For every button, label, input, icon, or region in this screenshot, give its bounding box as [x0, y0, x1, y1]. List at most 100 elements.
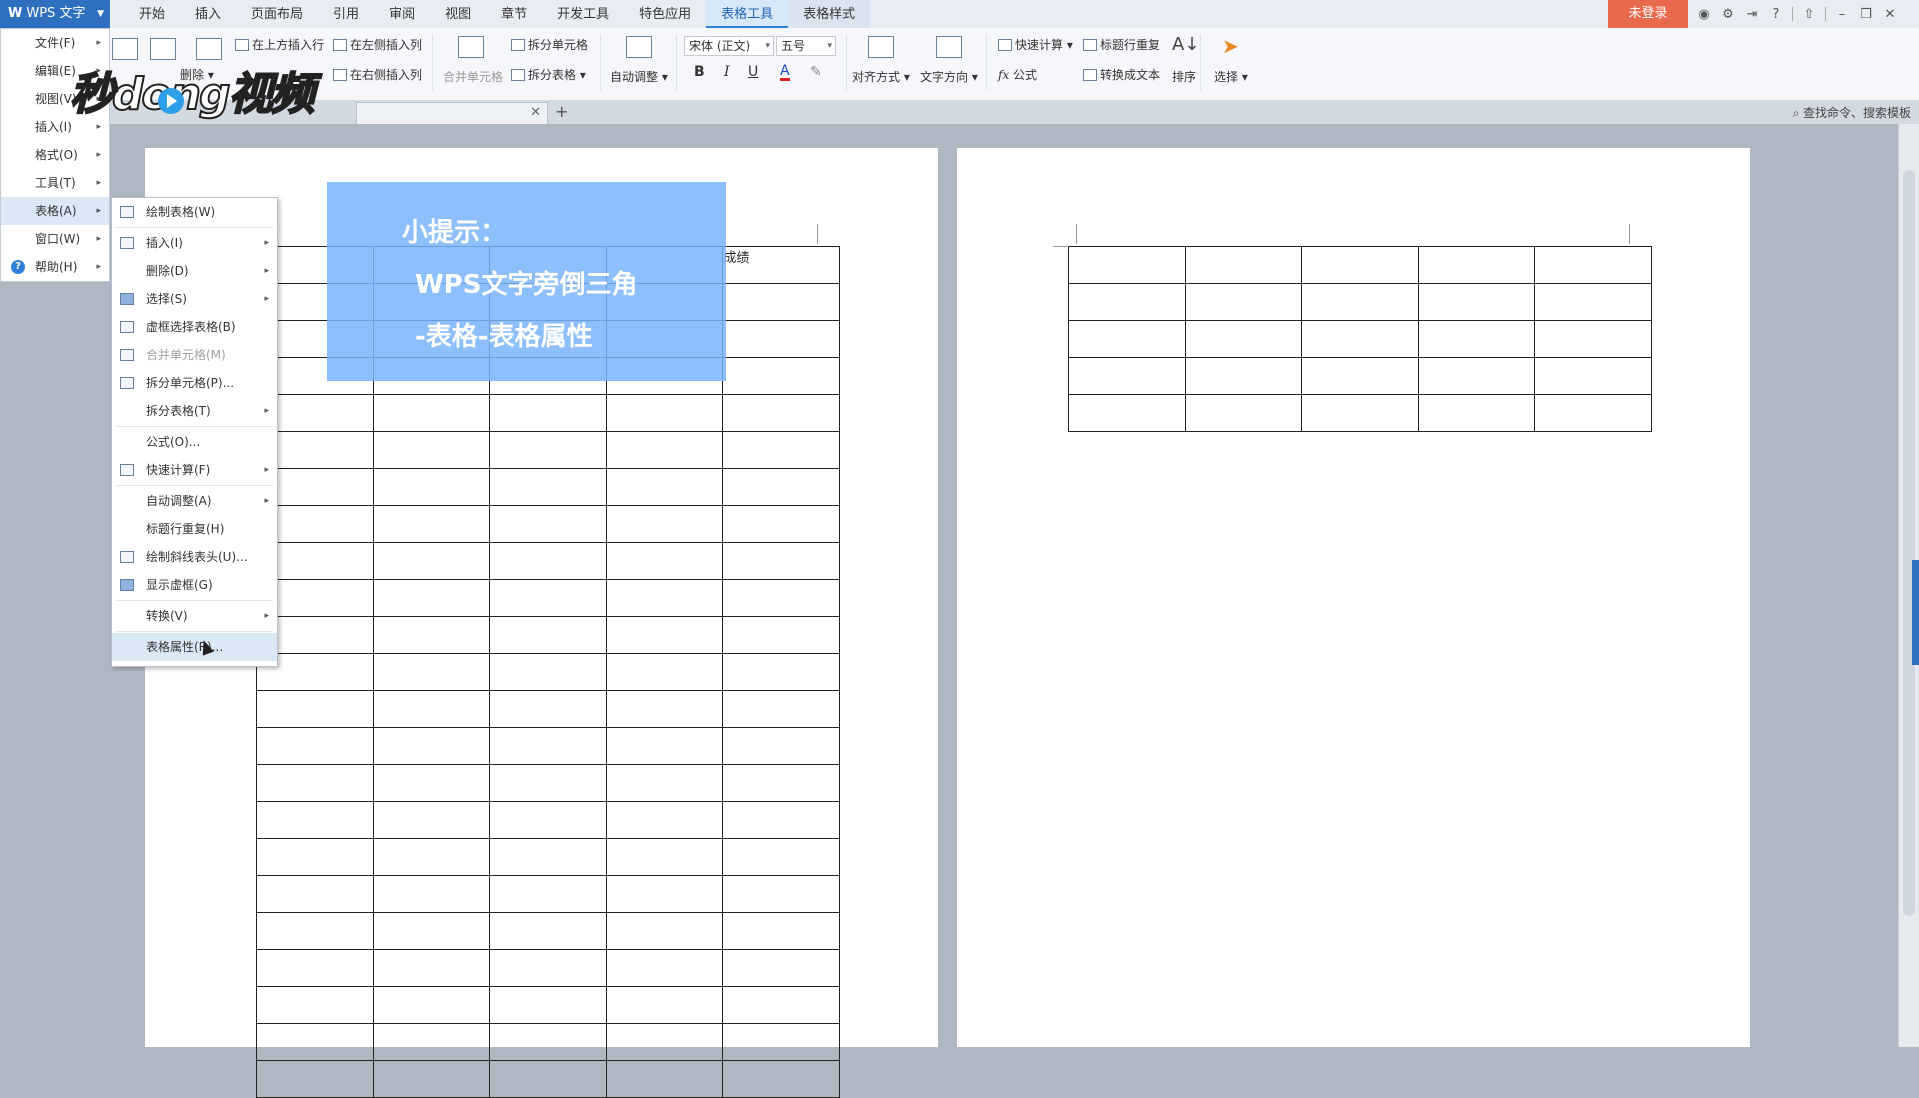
table-cell[interactable] — [722, 801, 840, 839]
table-cell[interactable] — [722, 949, 840, 987]
table-cell[interactable] — [605, 875, 724, 913]
table-cell[interactable] — [722, 690, 840, 728]
table-cell[interactable] — [1301, 320, 1419, 358]
align-button[interactable]: 对齐方式 ▾ — [852, 68, 910, 85]
auto-fit-button[interactable]: 自动调整 ▾ — [610, 68, 668, 85]
sort-button[interactable]: 排序 — [1172, 68, 1196, 85]
table-cell[interactable] — [372, 949, 491, 987]
submenu-diagonal-header[interactable]: 绘制斜线表头(U)... — [112, 543, 277, 571]
minimize-icon[interactable]: – — [1830, 7, 1854, 22]
table-cell[interactable] — [1534, 394, 1652, 432]
insert-row-above-button[interactable]: 在上方插入行 — [235, 36, 324, 53]
table-cell[interactable] — [605, 653, 724, 691]
table-cell[interactable] — [372, 727, 491, 765]
table-cell[interactable] — [605, 801, 724, 839]
table-cell[interactable] — [605, 690, 724, 728]
submenu-convert[interactable]: 转换(V) ▸ — [112, 602, 277, 630]
table-cell[interactable] — [722, 1060, 840, 1098]
table-cell[interactable] — [489, 838, 607, 876]
tab-page-layout[interactable]: 页面布局 — [236, 0, 318, 28]
table-cell[interactable] — [372, 1023, 491, 1061]
menu-item-window[interactable]: 窗口(W) ▸ — [1, 225, 109, 253]
table-cell[interactable] — [1184, 357, 1303, 395]
split-table-button[interactable]: 拆分表格 ▾ — [511, 66, 586, 83]
table-cell[interactable] — [372, 912, 491, 950]
table-cell[interactable] — [489, 468, 607, 506]
table-cell[interactable] — [1417, 394, 1536, 432]
table-cell[interactable] — [256, 875, 374, 913]
table-cell[interactable] — [605, 468, 724, 506]
table-cell[interactable] — [1184, 283, 1303, 321]
table-cell[interactable] — [256, 949, 374, 987]
scrollbar-thumb[interactable] — [1903, 170, 1915, 916]
table-cell[interactable] — [1301, 394, 1419, 432]
table-cell[interactable] — [722, 1023, 840, 1061]
close-tab-icon[interactable]: ✕ — [530, 105, 541, 120]
login-button[interactable]: 未登录 — [1608, 0, 1688, 28]
table-cell[interactable] — [489, 764, 607, 802]
table-cell[interactable] — [372, 690, 491, 728]
table-cell[interactable]: 成绩 — [722, 246, 840, 284]
table-cell[interactable] — [1301, 246, 1419, 284]
submenu-show-gridlines[interactable]: 显示虚框(G) — [112, 571, 277, 599]
table-cell[interactable] — [1534, 357, 1652, 395]
table-cell[interactable] — [372, 1060, 491, 1098]
select-button[interactable]: 选择 ▾ — [1214, 68, 1248, 85]
table-cell[interactable] — [722, 431, 840, 469]
table-cell[interactable] — [605, 912, 724, 950]
table-cell[interactable] — [722, 838, 840, 876]
table-cell[interactable] — [256, 727, 374, 765]
table-cell[interactable] — [256, 838, 374, 876]
quick-calc-button[interactable]: 快速计算 ▾ — [998, 36, 1073, 53]
table-cell[interactable] — [372, 986, 491, 1024]
table-cell[interactable] — [605, 616, 724, 654]
tab-chapter[interactable]: 章节 — [486, 0, 542, 28]
table-cell[interactable] — [372, 801, 491, 839]
table-cell[interactable] — [722, 986, 840, 1024]
table-cell[interactable] — [256, 912, 374, 950]
table-cell[interactable] — [372, 616, 491, 654]
side-panel-handle[interactable] — [1912, 560, 1919, 665]
skin-icon[interactable]: ◉ — [1692, 7, 1716, 22]
table-cell[interactable] — [1301, 283, 1419, 321]
submenu-select[interactable]: 选择(S) ▸ — [112, 285, 277, 313]
table-cell[interactable] — [372, 764, 491, 802]
tab-table-tools[interactable]: 表格工具 — [706, 0, 789, 28]
table-cell[interactable] — [1417, 357, 1536, 395]
submenu-box-select[interactable]: 虚框选择表格(B) — [112, 313, 277, 341]
tab-features[interactable]: 特色应用 — [624, 0, 706, 28]
upload-icon[interactable]: ⇧ — [1797, 7, 1821, 22]
command-search[interactable]: ⌕ 查找命令、搜索模板 — [1792, 104, 1911, 121]
table-cell[interactable] — [372, 505, 491, 543]
table-cell[interactable] — [372, 468, 491, 506]
table-cell[interactable] — [1417, 320, 1536, 358]
table-cell[interactable] — [605, 431, 724, 469]
table-cell[interactable] — [605, 579, 724, 617]
table-cell[interactable] — [722, 875, 840, 913]
table-cell[interactable] — [722, 283, 840, 321]
tab-insert[interactable]: 插入 — [180, 0, 236, 28]
header-repeat-button[interactable]: 标题行重复 — [1083, 36, 1160, 53]
table-cell[interactable] — [1068, 320, 1186, 358]
table-cell[interactable] — [605, 764, 724, 802]
table-cell[interactable] — [605, 949, 724, 987]
table-cell[interactable] — [489, 616, 607, 654]
submenu-split-cells[interactable]: 拆分单元格(P)... — [112, 369, 277, 397]
table-cell[interactable] — [372, 431, 491, 469]
table-cell[interactable] — [489, 505, 607, 543]
table-cell[interactable] — [256, 764, 374, 802]
table-cell[interactable] — [722, 653, 840, 691]
menu-item-tools[interactable]: 工具(T) ▸ — [1, 169, 109, 197]
table-cell[interactable] — [372, 838, 491, 876]
table-cell[interactable] — [605, 727, 724, 765]
table-cell[interactable] — [605, 1060, 724, 1098]
table-cell[interactable] — [722, 579, 840, 617]
table-cell[interactable] — [489, 727, 607, 765]
table-cell[interactable] — [1068, 394, 1186, 432]
menu-item-table[interactable]: 表格(A) ▸ — [1, 197, 109, 225]
table-cell[interactable] — [722, 616, 840, 654]
italic-button[interactable]: I — [724, 64, 730, 80]
table-cell[interactable] — [372, 542, 491, 580]
table-cell[interactable] — [489, 690, 607, 728]
table-cell[interactable] — [605, 986, 724, 1024]
